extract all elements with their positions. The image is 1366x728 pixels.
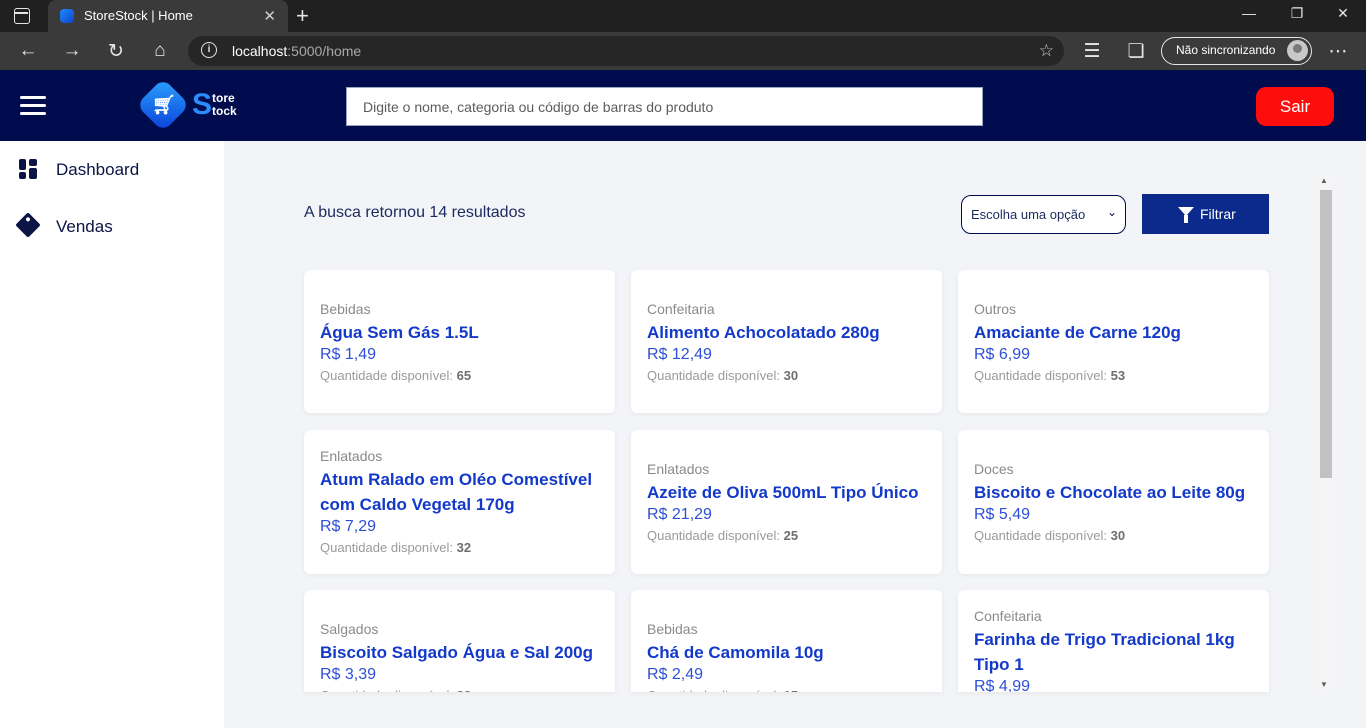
product-card[interactable]: Bebidas Chá de Camomila 10g R$ 2,49 Quan… (631, 590, 942, 692)
home-icon[interactable]: ⌂ (148, 40, 172, 62)
product-card[interactable]: Doces Biscoito e Chocolate ao Leite 80g … (958, 430, 1269, 574)
product-price: R$ 12,49 (647, 346, 712, 363)
logo[interactable]: 🛒︎ S tore tock (136, 78, 248, 132)
product-category: Bebidas (647, 621, 698, 637)
info-icon[interactable]: i (201, 42, 217, 58)
product-name: Água Sem Gás 1.5L (320, 323, 479, 342)
favicon-icon (60, 9, 74, 23)
product-qty: Quantidade disponível: 15 (647, 685, 930, 692)
search-input[interactable] (346, 87, 983, 126)
product-category: Enlatados (320, 448, 383, 464)
product-qty: Quantidade disponível: 25 (647, 528, 799, 543)
select-value: Escolha uma opção (971, 207, 1086, 222)
product-card[interactable]: Confeitaria Alimento Achocolatado 280g R… (631, 270, 942, 413)
product-category: Enlatados (647, 461, 710, 477)
new-tab-icon[interactable]: + (296, 3, 309, 29)
product-category: Doces (974, 461, 1014, 477)
product-qty: Quantidade disponível: 65 (320, 368, 472, 383)
window-close-icon[interactable]: ✕ (1332, 5, 1354, 22)
browser-tab[interactable]: StoreStock | Home ✕ (48, 0, 288, 32)
product-name: Biscoito Salgado Água e Sal 200g (320, 643, 594, 662)
favorites-icon[interactable]: ☰ (1080, 40, 1104, 63)
avatar (1287, 40, 1308, 61)
refresh-icon[interactable]: ↻ (104, 40, 128, 63)
forward-icon[interactable]: → (60, 40, 84, 62)
product-price: R$ 3,39 (320, 666, 377, 683)
product-price: R$ 1,49 (320, 346, 377, 363)
sidebar-item-label: Dashboard (56, 160, 140, 179)
dashboard-icon (19, 159, 37, 179)
app-header: 🛒︎ S toretock Sair (0, 70, 1366, 141)
product-name: Alimento Achocolatado 280g (647, 323, 880, 342)
scroll-up-icon[interactable]: ▲ (1320, 176, 1328, 185)
product-card[interactable]: Enlatados Atum Ralado em Oléo Comestível… (304, 430, 615, 574)
close-icon[interactable]: ✕ (263, 7, 276, 25)
sync-label: Não sincronizando (1176, 43, 1276, 57)
filter-icon (1178, 207, 1194, 223)
product-category: Salgados (320, 621, 379, 637)
product-name: Amaciante de Carne 120g (974, 323, 1181, 342)
minimize-icon[interactable]: — (1238, 5, 1260, 21)
tab-actions-icon[interactable] (14, 8, 30, 24)
product-name: Atum Ralado em Oléo Comestível com Caldo… (320, 470, 593, 514)
sidebar: Dashboard Vendas (0, 141, 224, 728)
menu-icon[interactable] (20, 96, 46, 116)
product-qty: Quantidade disponível: 53 (974, 368, 1126, 383)
sync-button[interactable]: Não sincronizando (1161, 37, 1312, 65)
product-card[interactable]: Bebidas Água Sem Gás 1.5L R$ 1,49 Quanti… (304, 270, 615, 413)
product-name: Chá de Camomila 10g (647, 643, 824, 662)
sidebar-item-label: Vendas (56, 217, 113, 236)
product-qty: Quantidade disponível: 22 (320, 685, 603, 692)
sidebar-item-dashboard[interactable]: Dashboard (0, 149, 224, 189)
product-qty: Quantidade disponível: 30 (974, 528, 1126, 543)
tab-title: StoreStock | Home (84, 8, 193, 23)
more-icon[interactable]: ⋯ (1326, 40, 1350, 63)
results-count: A busca retornou 14 resultados (304, 204, 526, 221)
product-category: Bebidas (320, 301, 371, 317)
sort-select[interactable]: Escolha uma opção ⌄ (961, 195, 1126, 234)
product-card[interactable]: Confeitaria Farinha de Trigo Tradicional… (958, 590, 1269, 692)
cart-icon: 🛒︎ (152, 95, 177, 116)
address-bar: ← → ↻ ⌂ i localhost:5000/home ☆ ☰ ❏ Não … (0, 32, 1366, 70)
product-name: Azeite de Oliva 500mL Tipo Único (647, 483, 919, 502)
product-card[interactable]: Salgados Biscoito Salgado Água e Sal 200… (304, 590, 615, 692)
favorite-add-icon[interactable]: ☆ (1039, 41, 1054, 61)
logo-text: tore tock (212, 91, 237, 118)
product-qty: Quantidade disponível: 30 (647, 368, 799, 383)
chevron-down-icon: ⌄ (1106, 205, 1117, 219)
url-input[interactable]: i localhost:5000/home ☆ (188, 36, 1064, 66)
product-card[interactable]: Enlatados Azeite de Oliva 500mL Tipo Úni… (631, 430, 942, 574)
product-price: R$ 4,99 (974, 678, 1031, 692)
product-price: R$ 21,29 (647, 506, 712, 523)
logo-s: S (192, 88, 213, 121)
product-name: Biscoito e Chocolate ao Leite 80g (974, 483, 1246, 502)
product-card[interactable]: Outros Amaciante de Carne 120g R$ 6,99 Q… (958, 270, 1269, 413)
product-price: R$ 5,49 (974, 506, 1031, 523)
tag-icon (15, 212, 41, 238)
scroll-down-icon[interactable]: ▼ (1320, 680, 1328, 689)
collections-icon[interactable]: ❏ (1124, 40, 1148, 63)
product-name: Farinha de Trigo Tradicional 1kg Tipo 1 (974, 630, 1235, 674)
filter-button[interactable]: Filtrar (1142, 194, 1269, 234)
product-price: R$ 6,99 (974, 346, 1031, 363)
product-category: Outros (974, 301, 1017, 317)
product-qty: Quantidade disponível: 32 (320, 540, 472, 555)
product-category: Confeitaria (647, 301, 715, 317)
product-price: R$ 2,49 (647, 666, 704, 683)
product-price: R$ 7,29 (320, 518, 377, 535)
filter-label: Filtrar (1200, 206, 1236, 222)
browser-tab-bar: StoreStock | Home ✕ + — ❐ ✕ (0, 0, 1366, 32)
sidebar-item-vendas[interactable]: Vendas (0, 206, 224, 246)
product-category: Confeitaria (974, 608, 1042, 624)
scrollbar-thumb[interactable] (1320, 190, 1332, 478)
maximize-icon[interactable]: ❐ (1286, 5, 1308, 22)
back-icon[interactable]: ← (16, 40, 40, 62)
url-text: localhost:5000/home (232, 43, 362, 59)
logout-button[interactable]: Sair (1256, 87, 1334, 126)
